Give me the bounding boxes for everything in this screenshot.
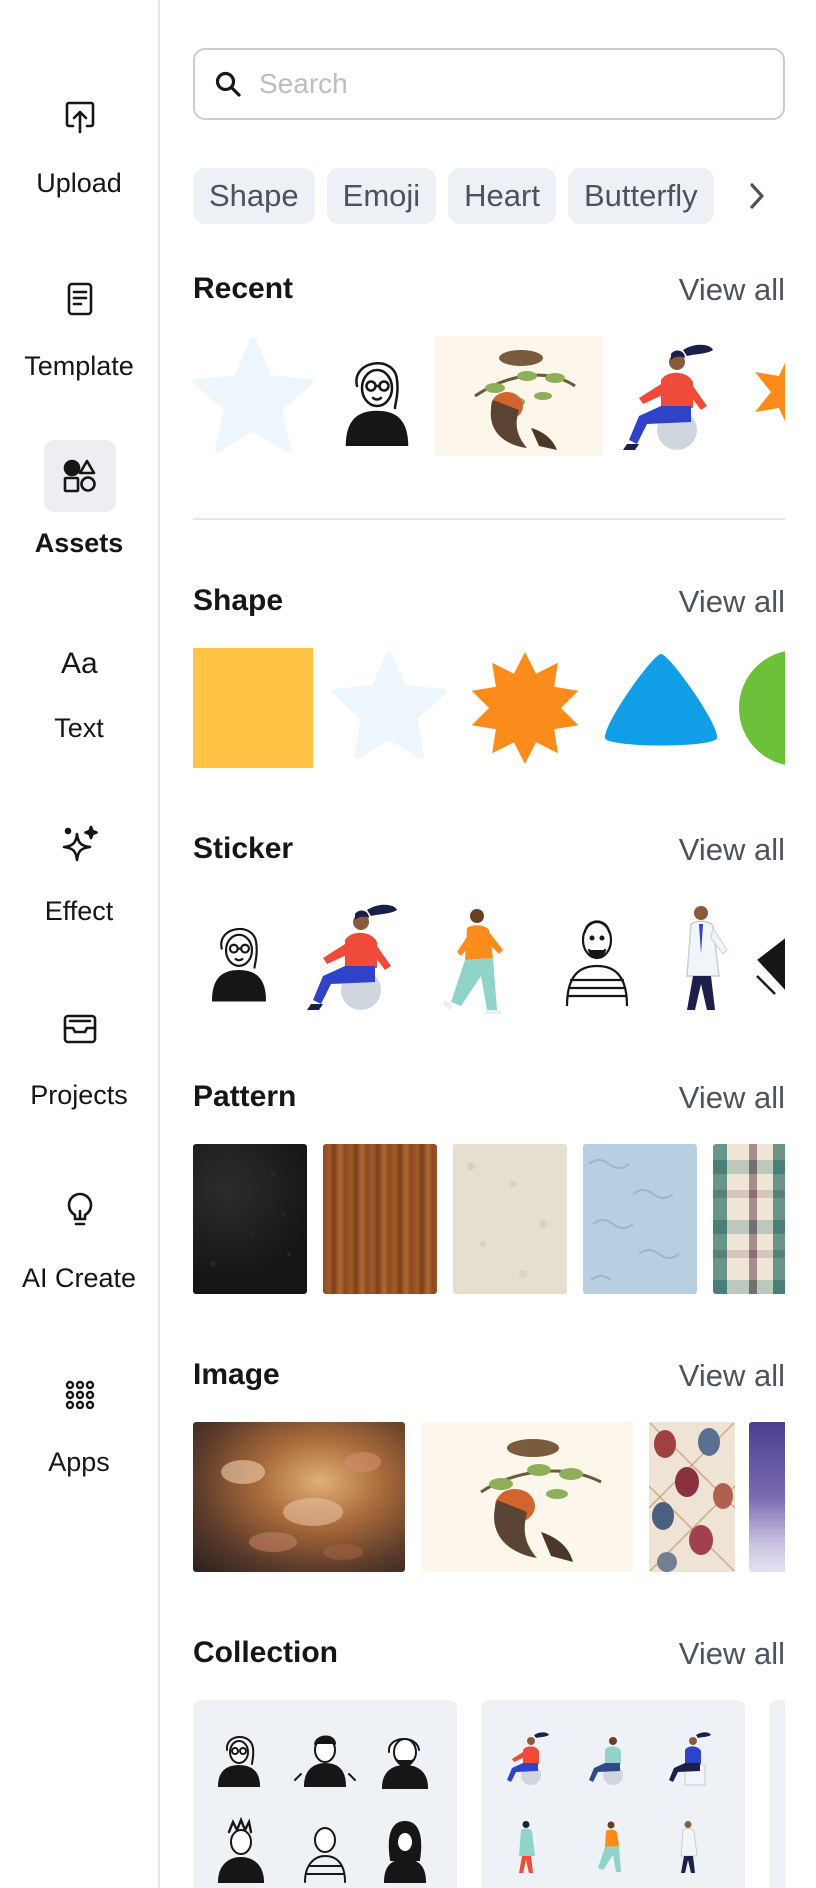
chip-heart[interactable]: Heart [448, 168, 556, 224]
recent-bird-image[interactable] [435, 336, 603, 456]
pattern-plaid-partial[interactable] [713, 1144, 785, 1294]
sticker-person-sitting[interactable] [305, 900, 407, 1014]
recent-person-sitting-sticker[interactable] [621, 340, 723, 454]
image-view-all-link[interactable]: View all [679, 1358, 785, 1394]
recent-star-shape[interactable] [193, 336, 313, 456]
pattern-view-all-link[interactable]: View all [679, 1080, 785, 1116]
image-ornament-pattern[interactable] [649, 1422, 735, 1572]
assets-icon [44, 440, 116, 512]
sidebar-label-text: Text [54, 713, 104, 743]
shape-burst-orange[interactable] [465, 648, 585, 768]
pattern-black-leather[interactable] [193, 1144, 307, 1294]
shape-circle-green-partial[interactable] [737, 648, 785, 768]
sidebar-label-assets: Assets [34, 528, 124, 558]
image-sea-partial[interactable] [749, 1422, 785, 1572]
image-title: Image [193, 1358, 280, 1391]
search-input[interactable] [259, 68, 759, 100]
chip-emoji[interactable]: Emoji [326, 168, 437, 224]
text-icon: Aa [44, 625, 116, 697]
sticker-title: Sticker [193, 832, 294, 865]
sidebar-item-upload[interactable]: Upload [0, 80, 158, 230]
sticker-partial[interactable] [755, 936, 785, 996]
effect-icon [44, 808, 116, 880]
image-section: Image View all [193, 1358, 785, 1572]
recent-woman-sticker[interactable] [333, 350, 421, 446]
apps-icon [44, 1359, 116, 1431]
sidebar-item-assets[interactable]: Assets [0, 440, 158, 590]
shape-section: Shape View all [193, 584, 785, 768]
pattern-cream-paper[interactable] [453, 1144, 567, 1294]
sidebar-item-effect[interactable]: Effect [0, 808, 158, 958]
recent-view-all-link[interactable]: View all [679, 272, 785, 308]
sticker-man-beard-lineart[interactable] [561, 910, 631, 1006]
suggestion-chips: Shape Emoji Heart Butterfly [193, 168, 785, 224]
shape-title: Shape [193, 584, 284, 617]
ai-create-icon [44, 1175, 116, 1247]
assets-panel: ShapeEmojiHeartButterfly Recent View all [161, 0, 816, 1888]
sidebar-item-ai-create[interactable]: AI Create [0, 1175, 158, 1325]
section-divider [193, 518, 785, 520]
shape-square[interactable] [193, 648, 313, 768]
sidebar-label-apps: Apps [48, 1447, 110, 1477]
pattern-wood[interactable] [323, 1144, 437, 1294]
upload-icon [44, 80, 116, 152]
recent-orange-star-partial[interactable] [749, 336, 785, 456]
pattern-blue-texture[interactable] [583, 1144, 697, 1294]
chip-butterfly[interactable]: Butterfly [567, 168, 714, 224]
sidebar-item-template[interactable]: Template [0, 263, 158, 413]
sidebar-item-text[interactable]: Aa Text [0, 625, 158, 775]
chips-scroll-right-button[interactable] [729, 168, 785, 224]
search-box[interactable] [193, 48, 785, 120]
image-baroque-painting[interactable] [193, 1422, 405, 1572]
search-icon [215, 71, 241, 97]
pattern-title: Pattern [193, 1080, 297, 1113]
sidebar-item-projects[interactable]: Projects [0, 992, 158, 1142]
svg-text:Aa: Aa [61, 647, 98, 680]
chevron-right-icon [750, 183, 764, 209]
sticker-woman-glasses[interactable] [201, 914, 277, 1004]
chip-shape[interactable]: Shape [193, 168, 315, 224]
template-icon [44, 263, 116, 335]
sidebar-item-apps[interactable]: Apps [0, 1359, 158, 1509]
collection-color-people[interactable] [481, 1700, 745, 1888]
sidebar-label-ai-create: AI Create [21, 1263, 137, 1293]
shape-star-pale[interactable] [329, 648, 449, 768]
shape-triangle-blue[interactable] [601, 648, 721, 768]
recent-section: Recent View all [193, 272, 785, 456]
pattern-section: Pattern View all [193, 1080, 785, 1294]
collection-title: Collection [193, 1636, 339, 1669]
collection-partial[interactable] [769, 1700, 785, 1888]
sticker-man-walking-orange[interactable] [441, 906, 511, 1016]
sticker-section: Sticker View all [193, 832, 785, 1014]
recent-title: Recent [193, 272, 294, 305]
collection-view-all-link[interactable]: View all [679, 1636, 785, 1672]
sidebar-label-effect: Effect [44, 896, 114, 926]
sidebar: Upload Template Assets Aa Text Effect Pr… [0, 0, 160, 1888]
burst-polygon [471, 652, 579, 764]
sticker-doctor-walking[interactable] [671, 904, 733, 1016]
sidebar-label-upload: Upload [36, 168, 122, 198]
collection-section: Collection View all [193, 1636, 785, 1888]
shape-view-all-link[interactable]: View all [679, 584, 785, 620]
collection-lineart-people[interactable] [193, 1700, 457, 1888]
image-bird-illustration[interactable] [421, 1422, 633, 1572]
sidebar-label-projects: Projects [30, 1080, 128, 1110]
sticker-view-all-link[interactable]: View all [679, 832, 785, 868]
projects-icon [44, 992, 116, 1064]
sidebar-label-template: Template [24, 351, 134, 381]
